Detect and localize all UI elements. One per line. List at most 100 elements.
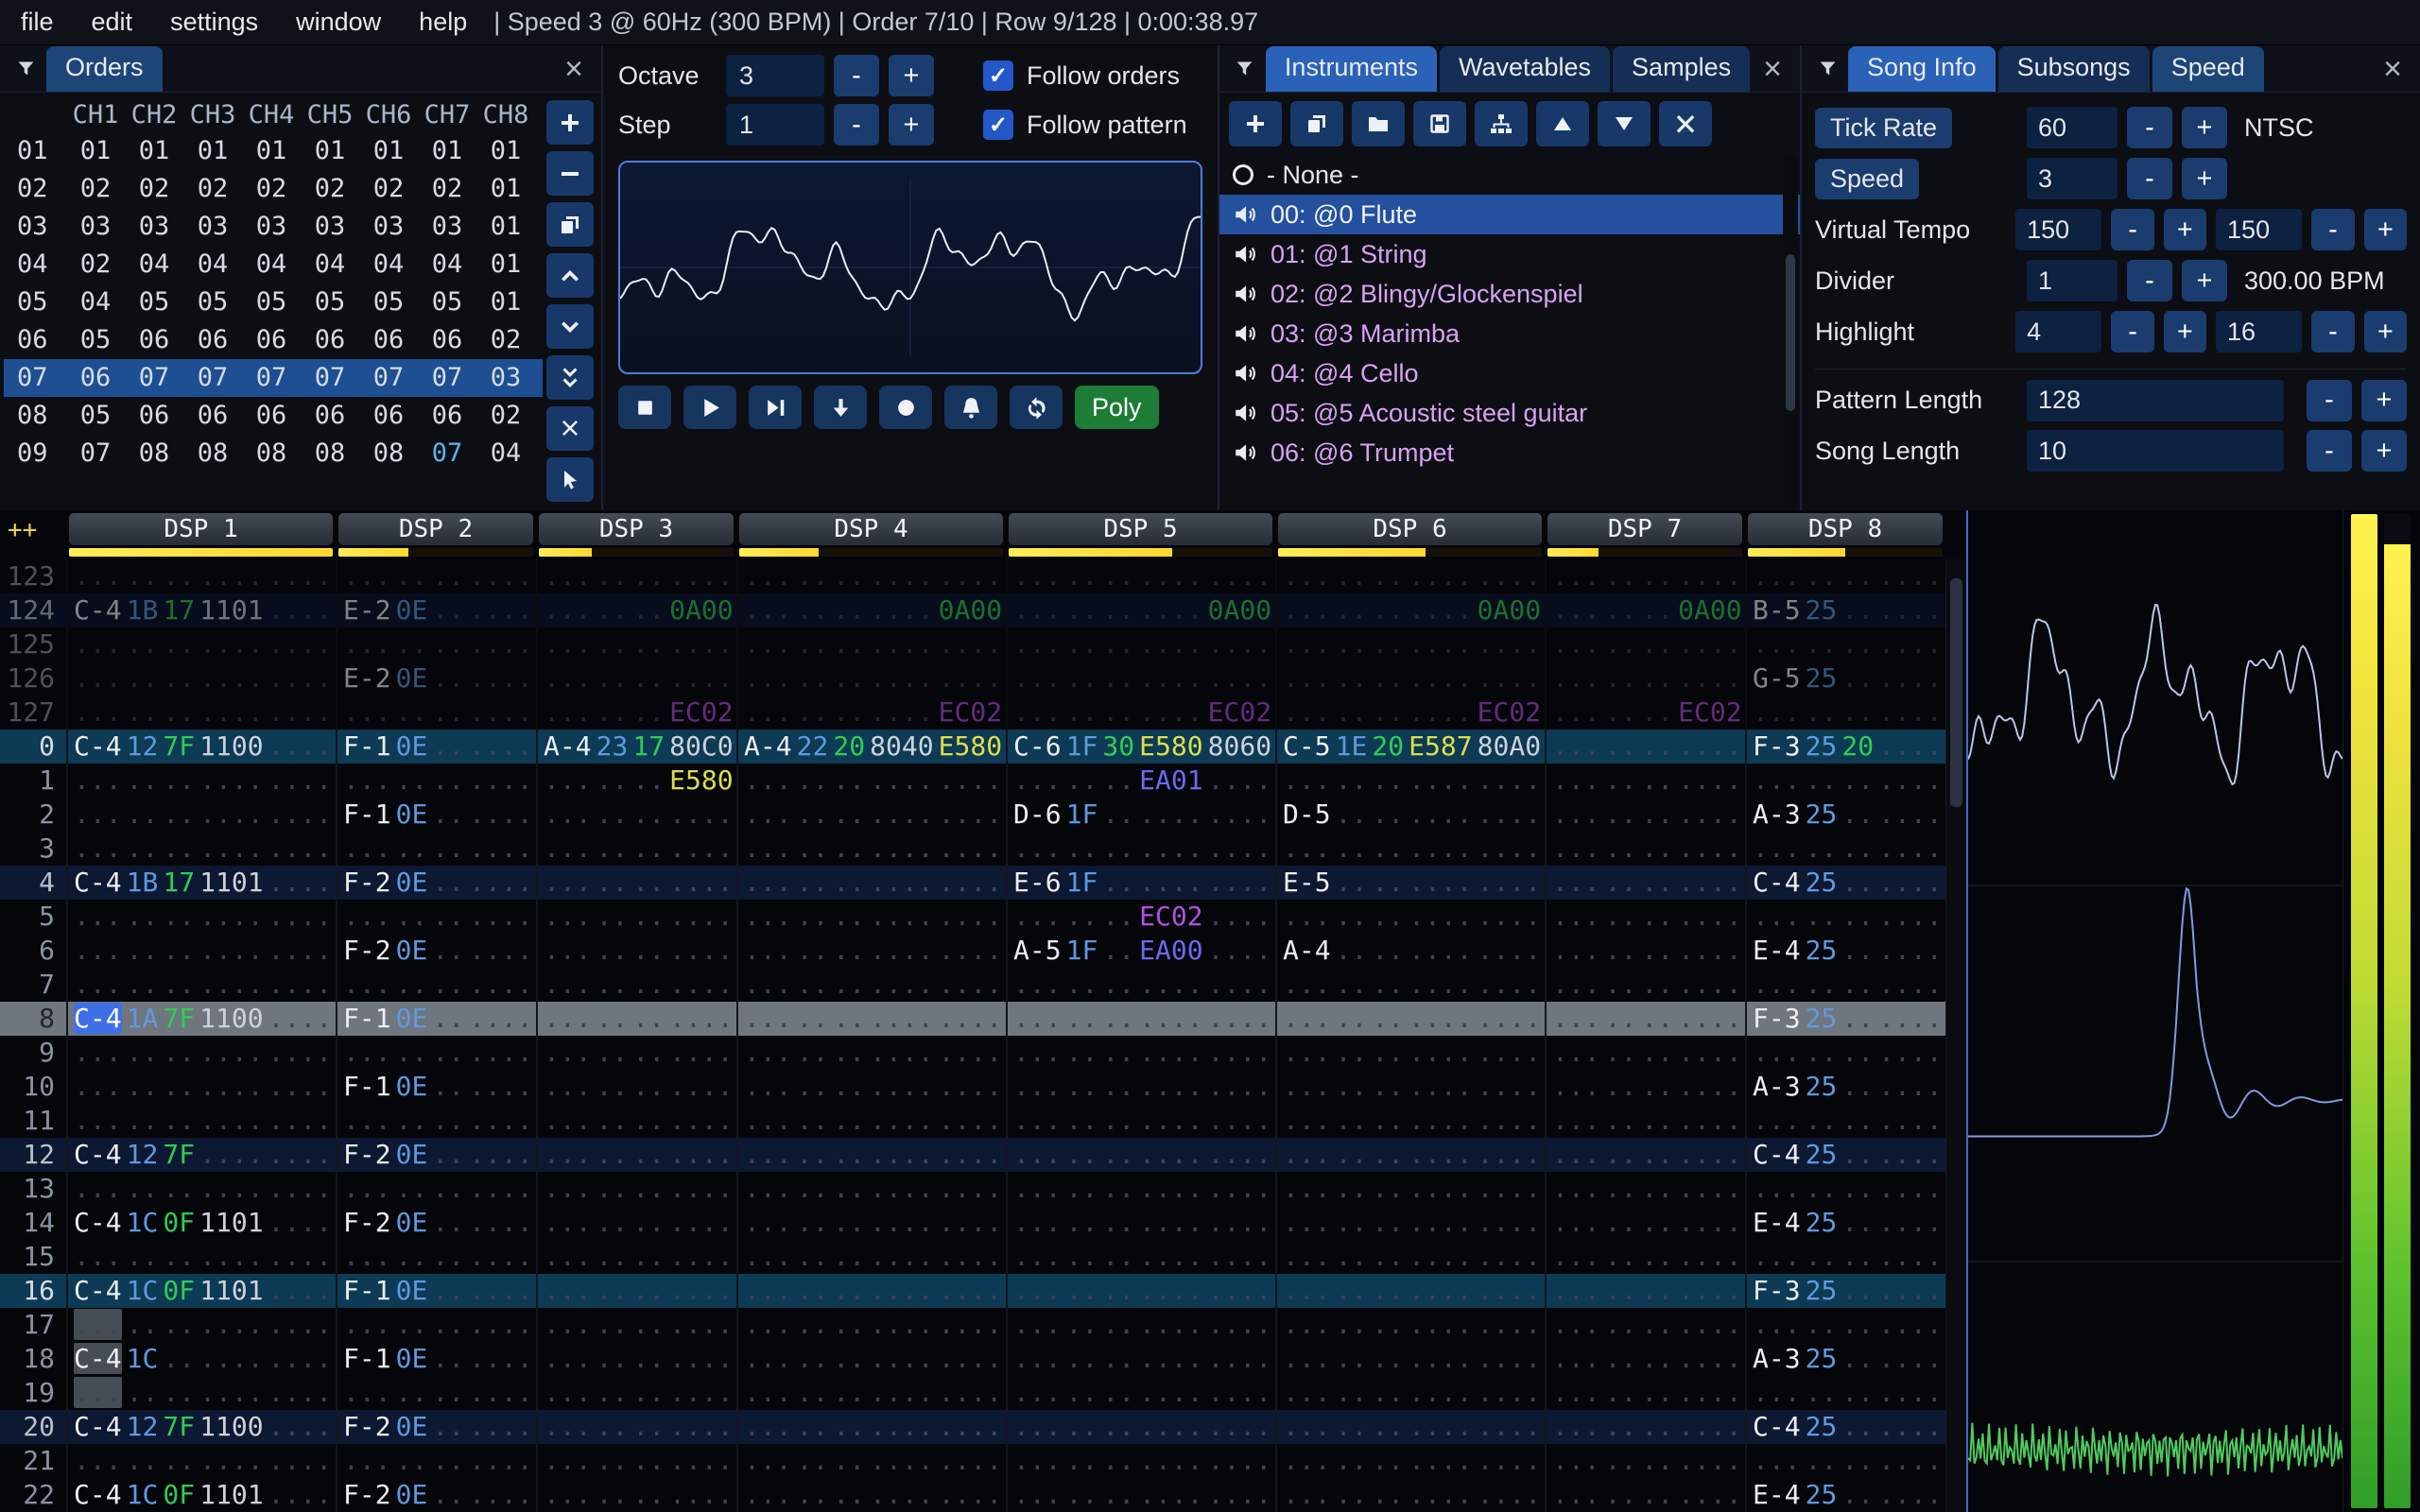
tab-song-info[interactable]: Song Info — [1848, 46, 1996, 92]
order-cell[interactable]: 07 — [359, 359, 418, 397]
pattern-cell[interactable]: ........... — [336, 764, 536, 798]
pattern-row-126[interactable]: 126............... E-2 0E.................… — [0, 662, 1966, 696]
pattern-cell[interactable]: E-4 25...... — [1745, 934, 1945, 968]
pattern-cell[interactable]: F-3 25 20.... — [1745, 730, 1945, 764]
order-cell[interactable]: 08 — [242, 435, 301, 472]
pattern-cell[interactable]: ........... — [1745, 1444, 1945, 1478]
pattern-cell[interactable]: ............... — [736, 1308, 1006, 1342]
pattern-cell[interactable]: ............... — [66, 798, 336, 832]
order-cell[interactable]: 07 — [242, 359, 301, 397]
pattern-length-increase-button[interactable]: + — [2361, 379, 2407, 421]
pattern-cell[interactable]: A-4 23 17 80C0 — [536, 730, 736, 764]
pattern-cell[interactable]: ............... — [1006, 1342, 1275, 1376]
order-cell[interactable]: 02 — [476, 321, 535, 359]
pattern-length-input[interactable]: 128 — [2027, 379, 2284, 421]
pattern-row-6[interactable]: 6............... F-2 0E...................… — [0, 934, 1966, 968]
highlight-a-increase-button[interactable]: + — [2163, 311, 2207, 352]
channel-name[interactable]: DSP 4 — [739, 513, 1003, 545]
pattern-cell[interactable]: C-4 25...... — [1745, 1138, 1945, 1172]
pattern-cell[interactable]: E-2 0E...... — [336, 593, 536, 627]
song-length-increase-button[interactable]: + — [2361, 430, 2407, 472]
tab-wavetables[interactable]: Wavetables — [1439, 46, 1611, 92]
poly-button[interactable]: Poly — [1075, 386, 1159, 429]
pattern-cell[interactable]: ............... — [66, 1070, 336, 1104]
order-row-06[interactable]: 06 05 06 06 06 06 06 06 02 — [4, 321, 543, 359]
order-cell[interactable]: 05 — [183, 284, 242, 321]
pattern-cell[interactable]: ........... — [1545, 1104, 1745, 1138]
pattern-cell[interactable]: ........... — [1545, 1478, 1745, 1512]
pattern-cell[interactable]: ........... EC02 — [1006, 696, 1275, 730]
channel-name[interactable]: DSP 7 — [1547, 513, 1742, 545]
order-cell[interactable]: 03 — [183, 208, 242, 246]
pattern-cell[interactable]: ........... — [536, 1308, 736, 1342]
order-cell[interactable]: 06 — [301, 397, 359, 435]
order-cell[interactable]: 04 — [301, 246, 359, 284]
pattern-cell[interactable]: ............... — [1006, 1036, 1275, 1070]
pattern-cell[interactable]: C-4 1C 0F 1101.... — [66, 1478, 336, 1512]
order-row-03[interactable]: 03 03 03 03 03 03 03 03 01 — [4, 208, 543, 246]
tick-rate-button[interactable]: Tick Rate — [1815, 107, 1953, 148]
pattern-cell[interactable]: C-4 1C 0F 1101.... — [66, 1274, 336, 1308]
pattern-cell[interactable]: ............... — [736, 559, 1006, 593]
order-cell[interactable]: 05 — [418, 284, 476, 321]
order-cell[interactable]: 07 — [66, 435, 125, 472]
order-cell[interactable]: 03 — [359, 208, 418, 246]
follow-pattern-checkbox[interactable]: ✓ — [983, 110, 1013, 140]
order-cell[interactable]: 01 — [183, 132, 242, 170]
pattern-cell[interactable]: ........... — [336, 968, 536, 1002]
close-instruments-button[interactable]: × — [1753, 50, 1792, 88]
pattern-cell[interactable]: ............... — [1275, 1070, 1545, 1104]
order-row-05[interactable]: 05 04 05 05 05 05 05 05 01 — [4, 284, 543, 321]
pattern-cell[interactable]: ........... — [536, 1410, 736, 1444]
channel-header-3[interactable]: DSP 3 — [536, 513, 736, 559]
octave-decrease-button[interactable]: - — [834, 55, 879, 96]
pattern-cell[interactable]: B-5 25...... — [1745, 593, 1945, 627]
pattern-cell[interactable]: ............... — [736, 662, 1006, 696]
move-instrument-down-button[interactable] — [1598, 101, 1651, 146]
pattern-cell[interactable]: ............... — [736, 1070, 1006, 1104]
pattern-cell[interactable]: ........... — [1545, 559, 1745, 593]
channel-name[interactable]: DSP 1 — [69, 513, 333, 545]
pattern-cell[interactable]: ............... — [1006, 662, 1275, 696]
instrument-item-1[interactable]: 01: @1 String — [1219, 234, 1800, 274]
order-cell[interactable]: 06 — [125, 397, 183, 435]
pattern-cell[interactable]: ............... — [1006, 1138, 1275, 1172]
pattern-cell[interactable]: ........... — [536, 1206, 736, 1240]
tab-orders[interactable]: Orders — [46, 46, 163, 92]
stop-button[interactable] — [618, 386, 671, 429]
pattern-cell[interactable]: ....... E580 — [536, 764, 736, 798]
tab-subsongs[interactable]: Subsongs — [1997, 46, 2150, 92]
window-menu-icon[interactable] — [8, 50, 43, 88]
pattern-cell[interactable]: ....... EC02.... — [1006, 900, 1275, 934]
step-one-row-button[interactable] — [814, 386, 867, 429]
pattern-cell[interactable]: ........... — [536, 968, 736, 1002]
order-cell[interactable]: 01 — [359, 132, 418, 170]
pattern-cell[interactable]: ............... — [66, 968, 336, 1002]
highlight-a-input[interactable]: 4 — [2015, 311, 2102, 352]
pattern-cell[interactable]: ........... — [536, 832, 736, 866]
pattern-expand-button[interactable]: ++ — [0, 513, 66, 559]
pattern-cell[interactable]: ........... — [336, 1172, 536, 1206]
repeat-pattern-button[interactable] — [1010, 386, 1063, 429]
order-cell[interactable]: 04 — [359, 246, 418, 284]
pattern-cell[interactable]: F-3 25...... — [1745, 1002, 1945, 1036]
pattern-row-13[interactable]: 13......................................… — [0, 1172, 1966, 1206]
pattern-cell[interactable]: ........... — [1545, 730, 1745, 764]
pattern-cell[interactable]: ........... — [536, 934, 736, 968]
pattern-cell[interactable]: ............... — [66, 1104, 336, 1138]
pattern-cell[interactable]: C-4 12 7F 1100.... — [66, 1410, 336, 1444]
pattern-cell[interactable]: ........... — [1745, 1104, 1945, 1138]
instrument-folders-button[interactable] — [1475, 101, 1528, 146]
pattern-row-0[interactable]: 0 C-4 12 7F 1100.... F-1 0E...... A-4 23 17 80C0 A-… — [0, 730, 1966, 764]
pattern-cell[interactable]: ........... — [1545, 764, 1745, 798]
pattern-cell[interactable]: ............... — [1006, 1410, 1275, 1444]
order-cell[interactable]: 02 — [66, 170, 125, 208]
save-instrument-button[interactable] — [1413, 101, 1466, 146]
pattern-cell[interactable]: ............... — [736, 1138, 1006, 1172]
order-cell[interactable]: 02 — [242, 170, 301, 208]
instrument-item-2[interactable]: 02: @2 Blingy/Glockenspiel — [1219, 274, 1800, 314]
window-menu-icon[interactable] — [1809, 50, 1845, 88]
pattern-cell[interactable]: ............... — [1006, 1478, 1275, 1512]
instrument-none[interactable]: - None - — [1219, 155, 1800, 195]
pattern-cell[interactable]: ............... — [736, 1172, 1006, 1206]
